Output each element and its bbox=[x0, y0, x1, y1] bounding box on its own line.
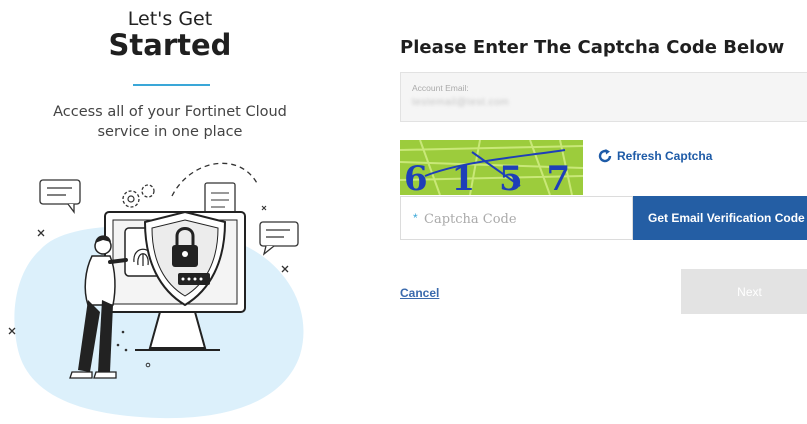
account-email-field: Account Email: testemail@test.com bbox=[400, 72, 807, 122]
refresh-captcha-label: Refresh Captcha bbox=[617, 149, 713, 163]
heading-divider bbox=[133, 84, 210, 86]
get-email-verification-code-button[interactable]: Get Email Verification Code bbox=[633, 196, 807, 240]
captcha-form-title: Please Enter The Captcha Code Below bbox=[400, 37, 785, 58]
welcome-heading-line2: Started bbox=[108, 28, 232, 62]
account-email-label: Account Email: bbox=[412, 83, 469, 93]
captcha-code-field[interactable]: * bbox=[400, 196, 633, 240]
security-illustration-icon bbox=[8, 162, 304, 419]
next-button[interactable]: Next bbox=[681, 269, 807, 314]
cancel-link[interactable]: Cancel bbox=[400, 286, 439, 300]
welcome-subtitle: Access all of your Fortinet Cloud servic… bbox=[53, 104, 287, 140]
captcha-code-input[interactable] bbox=[422, 205, 626, 233]
refresh-captcha-link[interactable]: Refresh Captcha bbox=[597, 148, 712, 164]
welcome-heading-line1: Let's Get bbox=[127, 8, 213, 30]
welcome-panel: Let's Get Started Access all of your For… bbox=[0, 0, 340, 424]
captcha-text: 6 1 5 7 R bbox=[404, 159, 583, 195]
account-email-value: testemail@test.com bbox=[412, 97, 509, 108]
captcha-image: 6 1 5 7 R bbox=[400, 140, 583, 195]
required-mark: * bbox=[413, 211, 418, 225]
refresh-icon bbox=[598, 149, 612, 163]
